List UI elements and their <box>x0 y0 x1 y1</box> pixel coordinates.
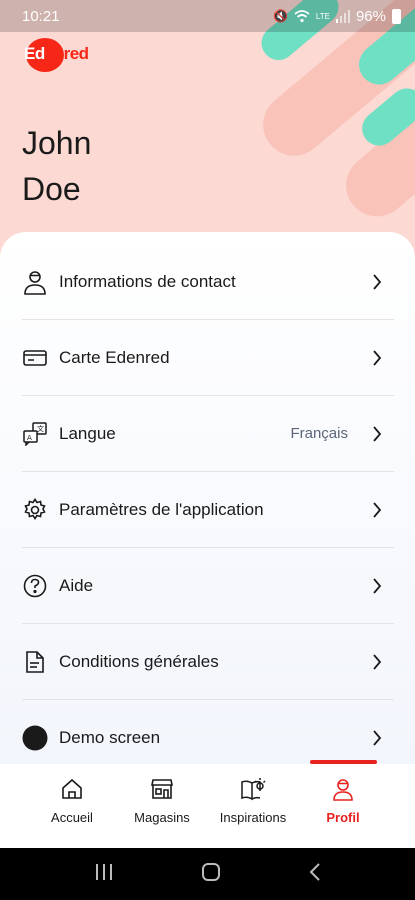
inspiration-icon <box>208 774 298 804</box>
profile-icon <box>298 774 388 804</box>
wifi-icon <box>294 9 310 22</box>
store-icon <box>117 774 207 804</box>
active-tab-indicator <box>310 760 377 764</box>
menu-item-terms[interactable]: Conditions générales <box>22 624 394 700</box>
first-name: John <box>22 125 92 161</box>
card-icon <box>22 345 48 371</box>
nav-label: Profil <box>326 810 360 825</box>
bottom-navigation: Accueil Magasins Inspirations Profil <box>0 760 415 848</box>
status-time: 10:21 <box>22 7 60 25</box>
nav-tab-profile[interactable]: Profil <box>298 774 388 825</box>
menu-item-label: Informations de contact <box>59 271 236 291</box>
menu-item-label: Conditions générales <box>59 651 219 671</box>
menu-item-help[interactable]: Aide <box>22 548 394 624</box>
nav-label: Accueil <box>51 810 93 825</box>
nav-tab-stores[interactable]: Magasins <box>117 774 207 825</box>
chevron-right-icon <box>372 501 386 518</box>
system-navigation-bar <box>0 848 415 900</box>
home-button[interactable] <box>201 862 221 887</box>
menu-item-label: Demo screen <box>59 728 161 747</box>
svg-text:A: A <box>27 434 32 442</box>
nav-label: Inspirations <box>219 810 287 825</box>
user-full-name: John Doe <box>22 120 91 212</box>
menu-item-language[interactable]: A 文 Langue Français <box>22 396 394 472</box>
battery-icon <box>392 8 401 24</box>
network-type: LTE <box>315 11 330 21</box>
last-name: Doe <box>22 171 81 207</box>
menu-item-label: Langue <box>59 423 116 443</box>
status-bar: 10:21 🔇 LTE 96% <box>0 0 415 32</box>
chevron-right-icon <box>372 425 386 442</box>
home-icon <box>27 774 117 804</box>
nav-tab-inspirations[interactable]: Inspirations <box>208 774 298 825</box>
mute-icon: 🔇 <box>272 9 288 23</box>
edenred-logo: Edenred <box>24 32 90 72</box>
menu-item-label: Carte Edenred <box>59 347 170 367</box>
current-language: Français <box>290 425 348 442</box>
nav-label: Magasins <box>134 810 190 825</box>
profile-menu-panel: Informations de contact Carte Edenred A … <box>0 232 415 764</box>
signal-icon <box>335 9 350 23</box>
chevron-right-icon <box>372 577 386 594</box>
document-icon <box>22 649 48 675</box>
recents-button[interactable] <box>94 863 114 886</box>
svg-text:文: 文 <box>37 424 44 433</box>
menu-item-edenred-card[interactable]: Carte Edenred <box>22 320 394 396</box>
back-button[interactable] <box>308 862 322 887</box>
menu-item-demo-screen[interactable]: Demo screen <box>22 700 394 764</box>
battery-percent: 96% <box>355 7 386 25</box>
menu-item-app-settings[interactable]: Paramètres de l'application <box>22 472 394 548</box>
chevron-right-icon <box>372 349 386 366</box>
gear-icon <box>22 497 48 523</box>
menu-item-label: Aide <box>59 575 94 595</box>
nav-tab-home[interactable]: Accueil <box>27 774 117 825</box>
chevron-right-icon <box>372 273 386 290</box>
language-icon: A 文 <box>22 421 48 447</box>
menu-item-contact-info[interactable]: Informations de contact <box>22 244 394 320</box>
help-icon <box>22 573 48 599</box>
menu-item-label: Paramètres de l'application <box>59 499 264 519</box>
chevron-right-icon <box>372 653 386 670</box>
circle-icon <box>22 725 48 751</box>
chevron-right-icon <box>372 730 386 746</box>
user-icon <box>22 269 48 295</box>
